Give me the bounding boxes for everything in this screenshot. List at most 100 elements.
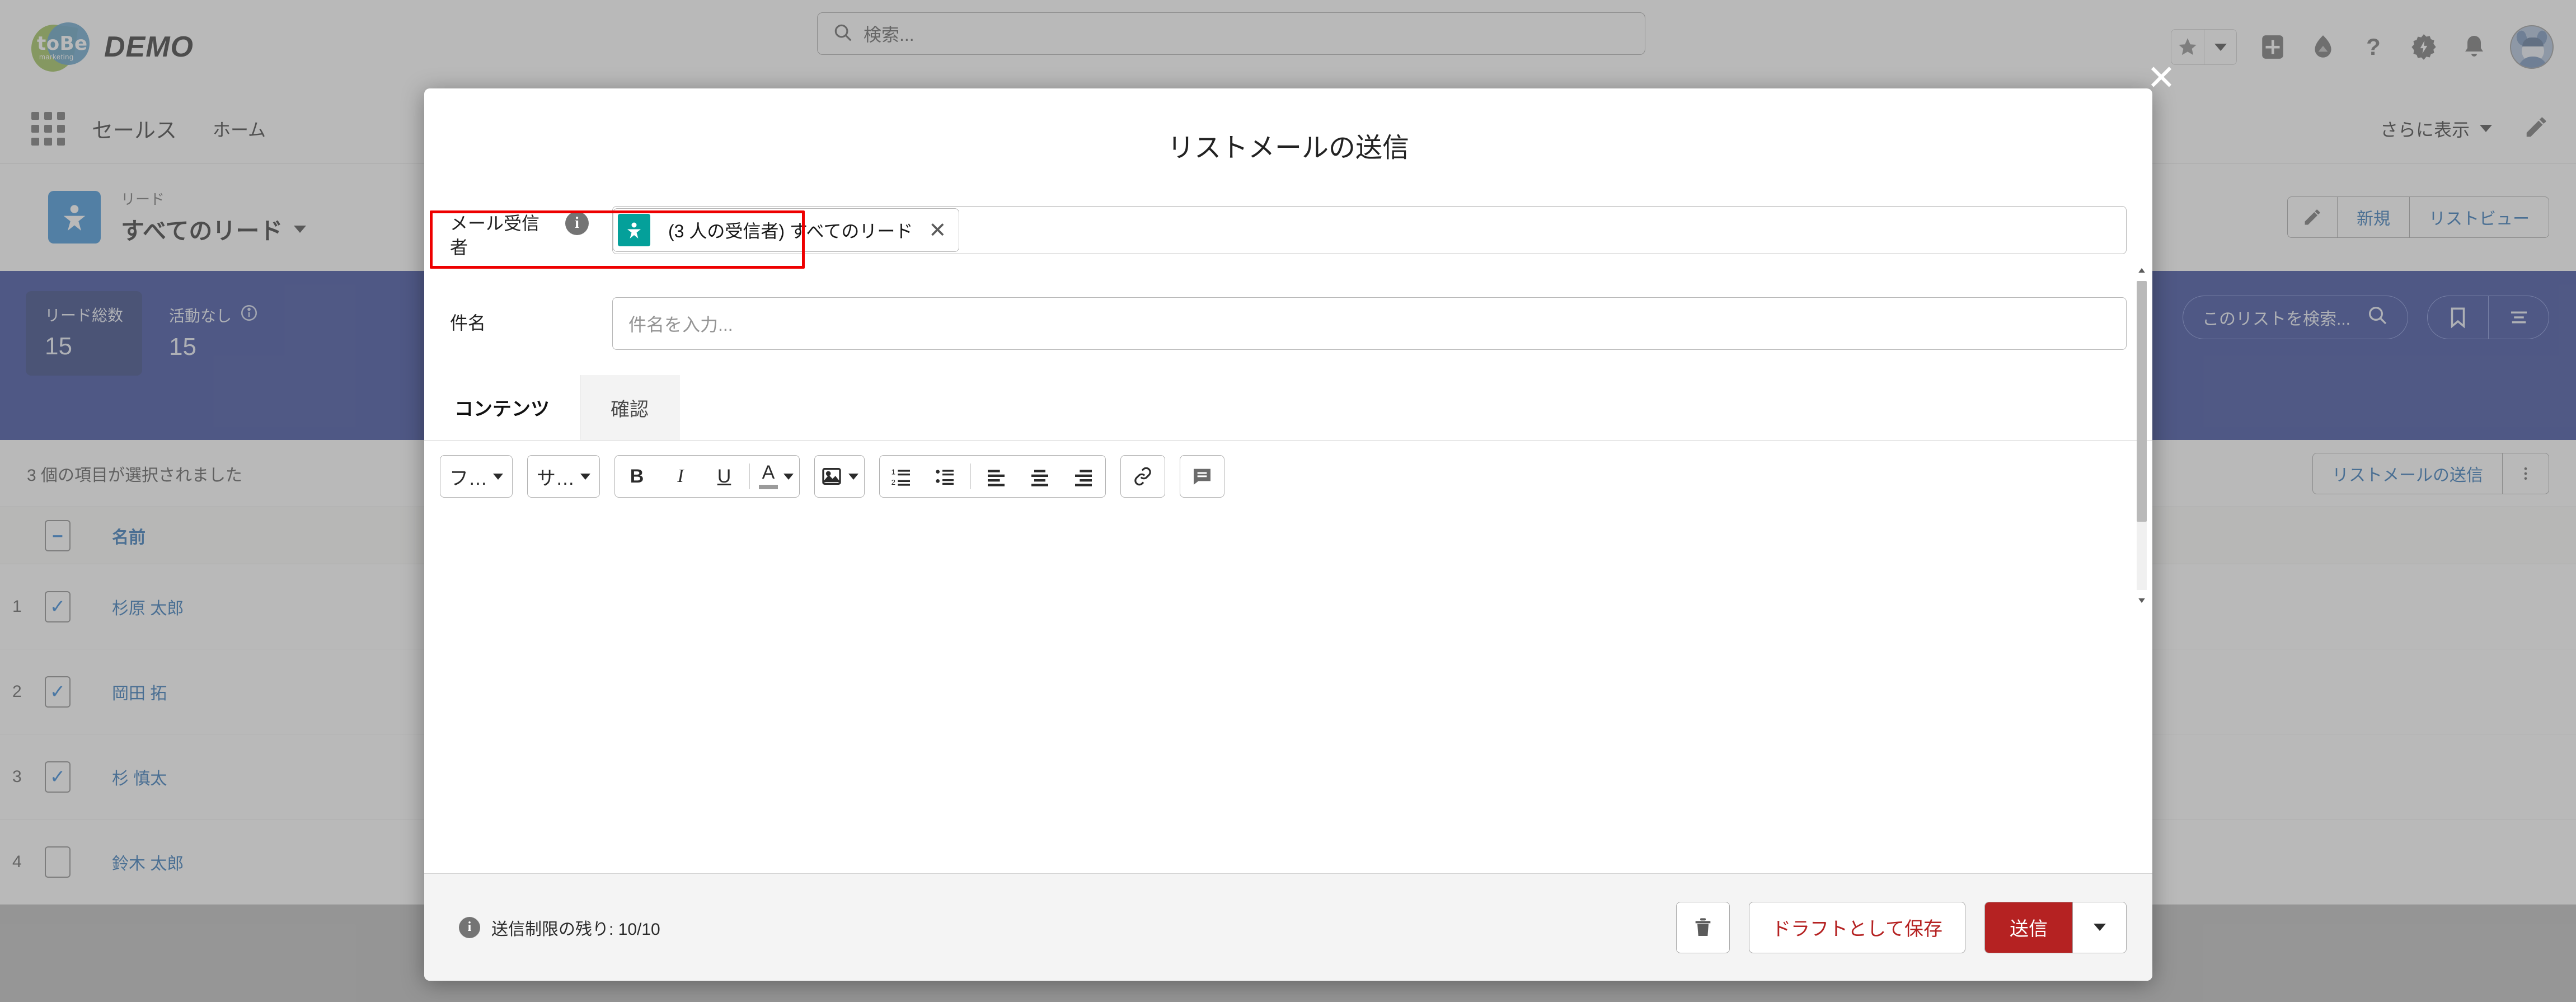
row-checkbox[interactable]: ✓ <box>45 761 112 793</box>
recipients-field-row: メール受信者 i (3 人の受信者) すべてのリード ✕ <box>424 202 2152 285</box>
list-view-actions: 新規 リストビュー <box>2287 196 2549 238</box>
list-align-group: 12 <box>879 455 1106 498</box>
recipient-chip[interactable]: (3 人の受信者) すべてのリード ✕ <box>613 208 959 252</box>
more-vertical-icon[interactable] <box>2503 453 2549 494</box>
help-question-icon[interactable]: ? <box>2359 32 2388 62</box>
send-options-caret-icon[interactable] <box>2072 902 2126 953</box>
list-search-box[interactable]: このリストを検索... <box>2183 296 2408 339</box>
image-group <box>814 455 865 498</box>
info-icon[interactable] <box>240 303 259 326</box>
lead-name-link[interactable]: 岡田 拓 <box>112 680 470 704</box>
select-all-checkbox[interactable]: – <box>45 520 112 551</box>
new-item-plus-icon[interactable] <box>2258 32 2287 62</box>
lead-name-link[interactable]: 鈴木 太郎 <box>112 850 470 874</box>
scroll-up-arrow-icon[interactable] <box>2136 262 2148 279</box>
recipients-input[interactable]: (3 人の受信者) すべてのリード ✕ <box>612 206 2127 254</box>
list-view-name[interactable]: すべてのリード <box>121 212 306 246</box>
stat-value: 15 <box>45 333 123 360</box>
nav-edit-pencil-icon[interactable] <box>2523 114 2549 143</box>
chevron-down-icon <box>580 474 590 480</box>
user-avatar[interactable] <box>2510 25 2554 69</box>
row-checkbox[interactable]: ✓ <box>45 676 112 708</box>
send-list-email-modal: リストメールの送信 ✕ メール受信者 i (3 人の受信者) すべてのリード ✕ <box>424 88 2152 981</box>
row-checkbox[interactable]: ✓ <box>45 591 112 622</box>
nav-show-more[interactable]: さらに表示 <box>2380 116 2492 142</box>
selection-actions: リストメールの送信 <box>2312 453 2549 494</box>
font-family-select[interactable]: フ… <box>440 456 512 497</box>
send-button[interactable]: 送信 <box>1985 902 2072 953</box>
modal-title: リストメールの送信 <box>1167 125 1409 165</box>
align-right-icon[interactable] <box>1062 456 1105 497</box>
app-logo[interactable]: toBe marketing DEMO <box>31 20 194 74</box>
link-icon[interactable] <box>1121 456 1165 497</box>
quick-text-icon[interactable] <box>1180 456 1224 497</box>
rich-text-toolbar: フ… サ… B I U A <box>424 441 2152 512</box>
scroll-down-arrow-icon[interactable] <box>2136 592 2148 609</box>
list-settings-icon[interactable] <box>2488 296 2549 339</box>
lead-name-link[interactable]: 杉原 太郎 <box>112 594 470 619</box>
subject-placeholder: 件名を入力... <box>628 311 733 336</box>
subject-input[interactable]: 件名を入力... <box>612 297 2127 350</box>
tab-review[interactable]: 確認 <box>580 375 679 440</box>
font-size-select[interactable]: サ… <box>528 456 599 497</box>
bold-button[interactable]: B <box>615 456 659 497</box>
italic-button[interactable]: I <box>659 456 702 497</box>
info-icon[interactable]: i <box>565 212 589 235</box>
column-header-name[interactable]: 名前 <box>112 523 470 548</box>
image-icon[interactable] <box>815 456 864 497</box>
global-header: toBe marketing DEMO 検索... <box>0 0 2576 94</box>
email-body-editor[interactable] <box>424 512 2152 770</box>
listview-edit-pencil-icon[interactable] <box>2287 196 2338 238</box>
logo-text: toBe <box>37 32 91 55</box>
app-launcher-icon[interactable] <box>31 112 65 146</box>
chevron-down-icon <box>2480 125 2492 132</box>
stat-card-no-activity[interactable]: 活動なし 15 <box>150 291 278 376</box>
align-center-icon[interactable] <box>1018 456 1062 497</box>
send-limit-status: i 送信制限の残り: 10/10 <box>450 915 660 940</box>
row-number: 2 <box>0 682 45 701</box>
list-view-controls-button[interactable]: リストビュー <box>2410 196 2549 238</box>
nav-item-home[interactable]: ホーム <box>213 116 266 142</box>
align-left-icon[interactable] <box>974 456 1018 497</box>
row-checkbox[interactable] <box>45 846 112 878</box>
notifications-bell-icon[interactable] <box>2460 32 2489 62</box>
new-lead-button[interactable]: 新規 <box>2338 196 2410 238</box>
ordered-list-icon[interactable]: 12 <box>880 456 923 497</box>
favorites-caret-icon[interactable] <box>2204 30 2236 64</box>
row-number: 1 <box>0 597 45 616</box>
einstein-icon[interactable] <box>2308 32 2338 62</box>
bookmark-icon[interactable] <box>2428 296 2488 339</box>
nav-show-more-label: さらに表示 <box>2380 116 2470 142</box>
send-list-email-button[interactable]: リストメールの送信 <box>2312 453 2503 494</box>
close-icon[interactable]: ✕ <box>2143 59 2179 95</box>
list-view-name-label: すべてのリード <box>121 212 283 246</box>
app-name-label[interactable]: セールス <box>92 113 177 144</box>
bullet-list-icon[interactable] <box>923 456 967 497</box>
search-icon <box>2366 304 2389 331</box>
global-search-box[interactable]: 検索... <box>817 12 1645 55</box>
scrollbar-thumb[interactable] <box>2137 281 2147 522</box>
quick-text-group <box>1180 455 1224 498</box>
text-color-button[interactable]: A <box>753 456 799 497</box>
setup-gear-icon[interactable] <box>2409 32 2438 62</box>
font-family-group: フ… <box>440 455 513 498</box>
modal-body: メール受信者 i (3 人の受信者) すべてのリード ✕ 件名 <box>424 202 2152 873</box>
favorites-group[interactable] <box>2171 29 2237 65</box>
save-draft-button[interactable]: ドラフトとして保存 <box>1749 902 1965 953</box>
lead-stats: リード総数 15 活動なし 15 <box>26 291 278 376</box>
subject-field-row: 件名 件名を入力... <box>424 285 2152 362</box>
font-family-label: フ… <box>449 463 487 490</box>
info-icon[interactable]: i <box>459 917 480 938</box>
recipient-chip-label: (3 人の受信者) すべてのリード <box>668 217 913 243</box>
stat-label: リード総数 <box>45 303 123 326</box>
tab-content[interactable]: コンテンツ <box>424 375 580 440</box>
email-tabs: コンテンツ 確認 <box>424 375 2152 441</box>
svg-text:?: ? <box>2366 34 2381 60</box>
lead-name-link[interactable]: 杉 慎太 <box>112 765 470 789</box>
close-icon[interactable]: ✕ <box>928 218 946 243</box>
stat-card-total-leads[interactable]: リード総数 15 <box>26 291 142 376</box>
underline-button[interactable]: U <box>702 456 746 497</box>
trash-icon[interactable] <box>1676 902 1730 953</box>
modal-scrollbar[interactable] <box>2134 262 2149 609</box>
selection-count-label: 3 個の項目が選択されました <box>27 461 242 486</box>
